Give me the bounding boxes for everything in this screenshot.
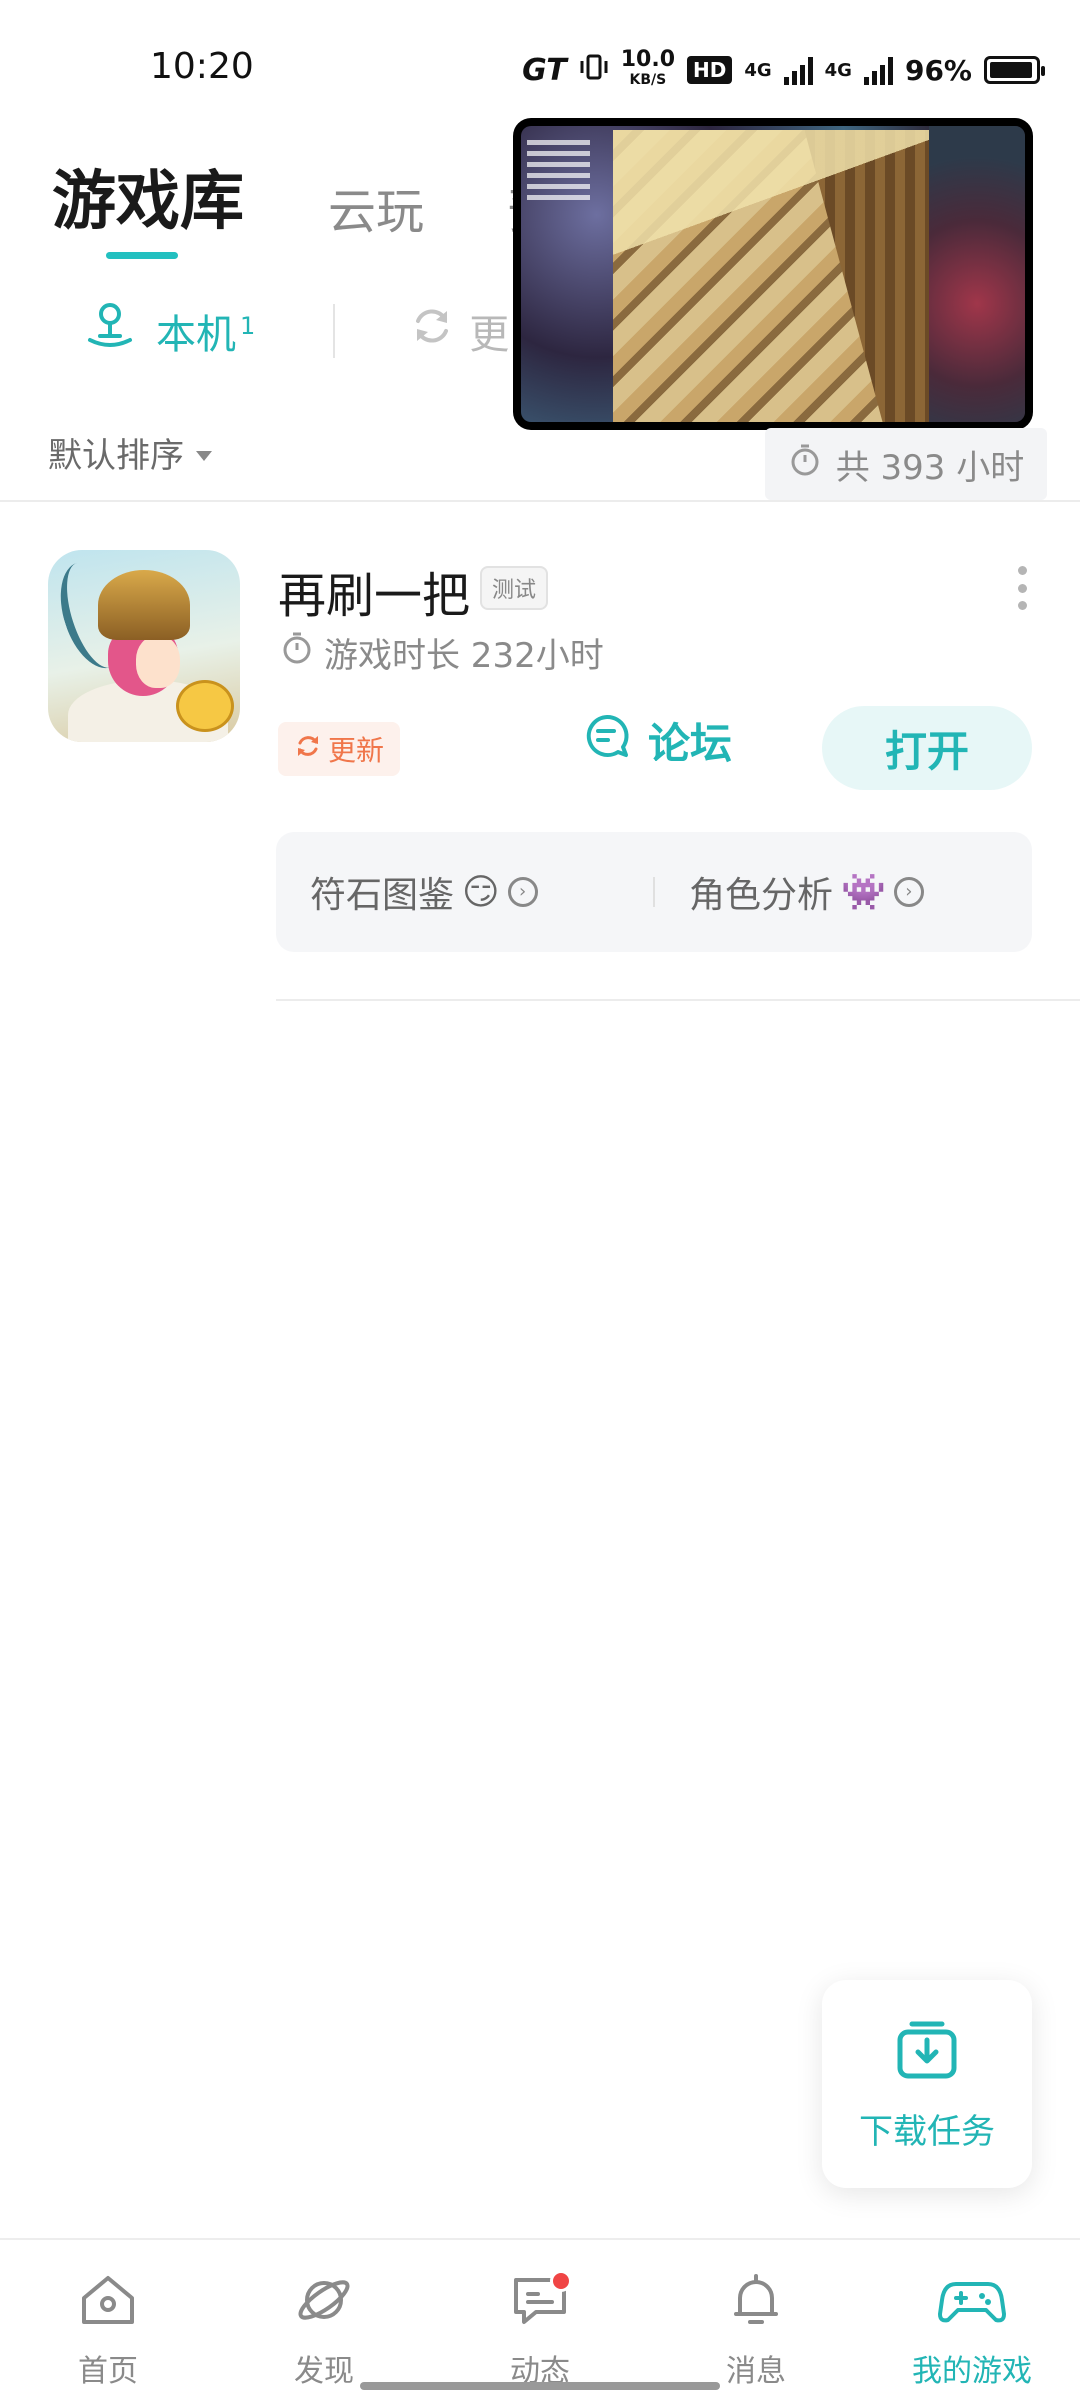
sub-tabs: 本机 1 更 bbox=[84, 300, 509, 362]
alien-monster-emoji-icon: 👾 bbox=[841, 872, 886, 913]
download-task-label: 下载任务 bbox=[859, 2111, 995, 2152]
tab-cloud-play[interactable]: 云玩 bbox=[328, 172, 424, 242]
update-button[interactable]: 更新 bbox=[278, 722, 400, 776]
sub-tab-local[interactable]: 本机 1 bbox=[84, 300, 255, 362]
nav-messages-label: 消息 bbox=[726, 2354, 786, 2389]
forum-button[interactable]: 论坛 bbox=[582, 710, 732, 771]
chevron-right-circle-icon: › bbox=[893, 877, 924, 907]
quick-link-character-analysis[interactable]: 角色分析 👾 › bbox=[655, 866, 1032, 918]
test-tag: 测试 bbox=[480, 566, 549, 610]
home-icon bbox=[78, 2272, 138, 2336]
total-time-badge: 共 393 小时 bbox=[765, 428, 1047, 500]
notification-badge bbox=[550, 2270, 572, 2292]
game-app-icon[interactable] bbox=[48, 550, 240, 742]
sub-tab-update[interactable]: 更 bbox=[409, 302, 509, 360]
update-icon bbox=[294, 732, 322, 767]
timer-icon bbox=[280, 631, 314, 674]
quick-links: 符石图鉴 😏 › 角色分析 👾 › bbox=[276, 832, 1032, 952]
nav-messages[interactable]: 消息 bbox=[648, 2240, 864, 2400]
caret-down-icon bbox=[196, 450, 212, 461]
tab-game-library[interactable]: 游戏库 bbox=[52, 150, 244, 242]
game-map-image bbox=[613, 130, 943, 422]
download-task-button[interactable]: 下载任务 bbox=[822, 1980, 1032, 2188]
signal-icon-1 bbox=[783, 55, 813, 85]
forum-label: 论坛 bbox=[648, 719, 733, 768]
quick-link-rune-guide-label: 符石图鉴 bbox=[310, 875, 455, 916]
home-indicator[interactable] bbox=[360, 2382, 720, 2390]
quick-link-rune-guide[interactable]: 符石图鉴 😏 › bbox=[276, 866, 653, 918]
sub-tab-update-label: 更 bbox=[469, 312, 510, 358]
nav-feed[interactable]: 动态 bbox=[432, 2240, 648, 2400]
update-label: 更新 bbox=[327, 734, 384, 767]
open-game-button[interactable]: 打开 bbox=[822, 706, 1032, 790]
sub-tab-local-count: 1 bbox=[240, 311, 256, 340]
signal-icon-2 bbox=[863, 55, 893, 85]
sub-tab-divider bbox=[333, 304, 336, 358]
sub-tab-local-label: 本机 bbox=[156, 312, 236, 358]
play-time: 游戏时长 232小时 bbox=[280, 628, 604, 677]
more-options-icon[interactable] bbox=[1016, 566, 1028, 610]
game-title[interactable]: 再刷一把 bbox=[278, 556, 470, 626]
card-divider bbox=[276, 999, 1080, 1001]
play-time-text: 游戏时长 232小时 bbox=[324, 636, 604, 676]
smirk-emoji-icon: 😏 bbox=[462, 871, 500, 913]
bell-icon bbox=[726, 2272, 786, 2336]
game-hud bbox=[527, 134, 617, 264]
game-scene bbox=[521, 126, 1025, 422]
nav-discover[interactable]: 发现 bbox=[216, 2240, 432, 2400]
sort-dropdown[interactable]: 默认排序 bbox=[48, 428, 212, 477]
top-tabs: 游戏库 云玩 预 bbox=[52, 150, 556, 242]
bottom-nav: 首页 发现 动态 消息 我的游戏 bbox=[0, 2238, 1080, 2400]
tab-indicator bbox=[106, 252, 178, 259]
gamepad-icon bbox=[938, 2272, 1006, 2336]
hd-voice-icon: HD bbox=[687, 56, 733, 84]
sim1-label: 4G bbox=[744, 59, 772, 81]
status-time: 10:20 bbox=[150, 46, 254, 87]
battery-percent: 96% bbox=[904, 53, 972, 87]
game-preview-window[interactable] bbox=[513, 118, 1033, 430]
sort-label: 默认排序 bbox=[48, 436, 184, 476]
nav-my-games[interactable]: 我的游戏 bbox=[864, 2240, 1080, 2400]
refresh-icon bbox=[409, 303, 455, 359]
joystick-icon bbox=[84, 300, 136, 362]
nav-home[interactable]: 首页 bbox=[0, 2240, 216, 2400]
battery-icon bbox=[984, 56, 1045, 84]
gt-mode-icon: GT bbox=[522, 52, 567, 88]
nav-home-label: 首页 bbox=[78, 2354, 138, 2389]
timer-icon bbox=[788, 443, 822, 486]
nav-my-games-label: 我的游戏 bbox=[912, 2354, 1032, 2389]
total-time-text: 共 393 小时 bbox=[835, 447, 1025, 488]
chevron-right-circle-icon: › bbox=[507, 877, 538, 907]
status-bar: 10:20 GT 10.0 KB/S HD 4G 4G 96% bbox=[0, 0, 1080, 110]
planet-icon bbox=[294, 2272, 354, 2336]
net-speed: 10.0 KB/S bbox=[620, 47, 675, 89]
nav-discover-label: 发现 bbox=[294, 2354, 354, 2389]
quick-link-character-analysis-label: 角色分析 bbox=[689, 875, 834, 916]
download-tray-icon bbox=[892, 2016, 962, 2090]
divider bbox=[0, 500, 1080, 502]
vibrate-icon bbox=[579, 52, 609, 89]
game-background-right bbox=[929, 126, 1025, 422]
status-icons: GT 10.0 KB/S HD 4G 4G 96% bbox=[522, 47, 1045, 90]
forum-chat-icon bbox=[582, 711, 632, 771]
sim2-label: 4G bbox=[824, 59, 852, 81]
